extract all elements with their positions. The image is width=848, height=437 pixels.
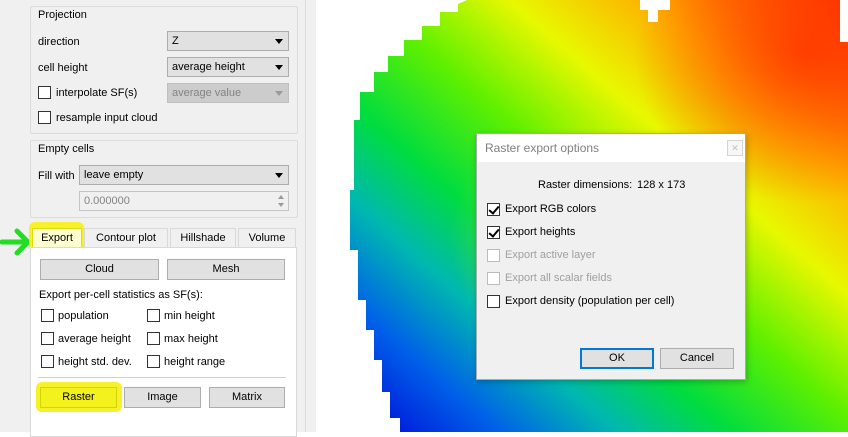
average-height-label: average height: [58, 333, 131, 345]
divider: [38, 377, 286, 378]
min-height-checkbox[interactable]: [147, 309, 160, 322]
raster-button[interactable]: Raster: [40, 387, 117, 408]
export-heights-label: Export heights: [505, 226, 576, 238]
tab-export[interactable]: Export: [32, 228, 82, 248]
population-label: population: [58, 310, 109, 322]
dialog-title: Raster export options: [485, 141, 600, 155]
fill-with-value: leave empty: [84, 169, 144, 181]
min-height-label: min height: [164, 310, 215, 322]
direction-label: direction: [38, 36, 80, 48]
mesh-button[interactable]: Mesh: [167, 259, 285, 280]
interpolate-checkbox[interactable]: [38, 86, 51, 99]
close-icon[interactable]: ✕: [727, 140, 743, 156]
ok-button[interactable]: OK: [580, 348, 654, 369]
fill-with-select[interactable]: leave empty: [79, 165, 289, 185]
interpolate-label: interpolate SF(s): [56, 87, 138, 99]
tab-volume[interactable]: Volume: [238, 228, 296, 248]
dialog-titlebar[interactable]: Raster export options ✕: [477, 134, 745, 162]
export-heights-checkbox[interactable]: [487, 226, 500, 239]
chevron-down-icon: [275, 39, 283, 44]
empty-cells-title: Empty cells: [38, 143, 95, 155]
raster-dimensions-label: Raster dimensions:: [538, 179, 633, 191]
export-density-label: Export density (population per cell): [505, 295, 675, 307]
projection-title: Projection: [38, 9, 87, 21]
interpolate-select[interactable]: average value: [167, 83, 289, 103]
stats-label: Export per-cell statistics as SF(s):: [39, 289, 203, 301]
max-height-checkbox[interactable]: [147, 332, 160, 345]
fill-value-text: 0.000000: [84, 195, 130, 207]
cancel-button[interactable]: Cancel: [660, 348, 734, 369]
raster-dimensions-value: 128 x 173: [637, 179, 686, 191]
direction-value: Z: [172, 35, 179, 47]
population-checkbox[interactable]: [41, 309, 54, 322]
direction-select[interactable]: Z: [167, 31, 289, 51]
chevron-down-icon: [275, 65, 283, 70]
cell-height-select[interactable]: average height: [167, 57, 289, 77]
arrow-right-icon: [0, 228, 31, 256]
panel-scrollbar[interactable]: [305, 0, 316, 432]
fill-value-spinbox[interactable]: 0.000000: [79, 191, 289, 211]
chevron-down-icon: [275, 91, 283, 96]
export-density-checkbox[interactable]: [487, 295, 500, 308]
spin-arrows-icon[interactable]: [277, 194, 286, 208]
export-all-sf-checkbox[interactable]: [487, 272, 500, 285]
max-height-label: max height: [164, 333, 218, 345]
matrix-button[interactable]: Matrix: [209, 387, 285, 408]
export-rgb-checkbox[interactable]: [487, 203, 500, 216]
height-std-label: height std. dev.: [58, 356, 132, 368]
tab-hillshade[interactable]: Hillshade: [170, 228, 236, 248]
height-range-checkbox[interactable]: [147, 355, 160, 368]
left-panel: Projection direction Z cell height avera…: [0, 0, 316, 437]
resample-checkbox[interactable]: [38, 111, 51, 124]
export-active-layer-label: Export active layer: [505, 249, 596, 261]
image-button[interactable]: Image: [124, 387, 201, 408]
average-height-checkbox[interactable]: [41, 332, 54, 345]
export-rgb-label: Export RGB colors: [505, 203, 597, 215]
export-active-layer-checkbox[interactable]: [487, 249, 500, 262]
export-all-sf-label: Export all scalar fields: [505, 272, 612, 284]
tab-contour-plot[interactable]: Contour plot: [84, 228, 168, 248]
raster-export-dialog: Raster export options ✕ Raster dimension…: [476, 133, 746, 380]
height-range-label: height range: [164, 356, 226, 368]
chevron-down-icon: [275, 173, 283, 178]
height-std-checkbox[interactable]: [41, 355, 54, 368]
fill-with-label: Fill with: [38, 170, 75, 182]
cloud-button[interactable]: Cloud: [40, 259, 159, 280]
cell-height-value: average height: [172, 61, 245, 73]
cell-height-label: cell height: [38, 62, 88, 74]
interpolate-value: average value: [172, 87, 242, 99]
resample-label: resample input cloud: [56, 112, 158, 124]
